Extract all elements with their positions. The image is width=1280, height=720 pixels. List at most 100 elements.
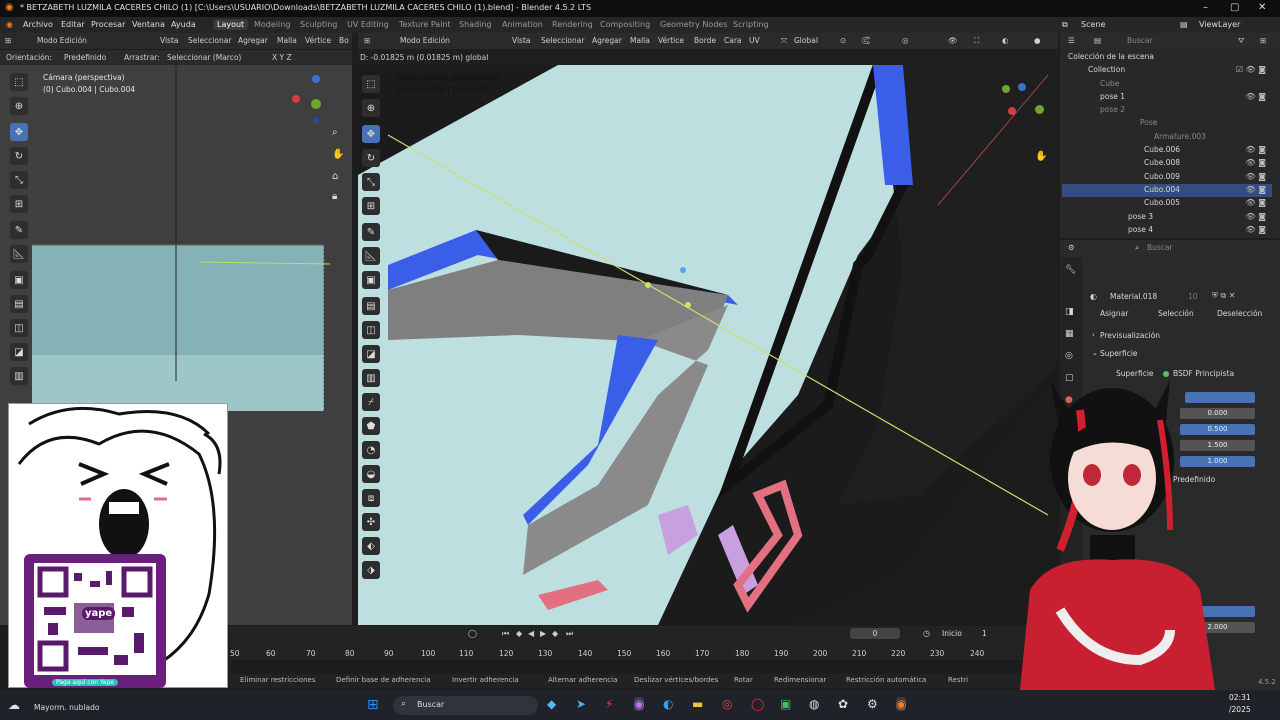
outliner-row[interactable]: pose 1 👁︎ ◙ xyxy=(1062,91,1272,104)
tab-shading[interactable]: Shading xyxy=(459,20,492,29)
twitch-icon[interactable]: ◉ xyxy=(634,697,645,711)
camera-view-icon[interactable]: ⌂ xyxy=(332,171,338,182)
keyframe-icon[interactable]: ◯ xyxy=(468,629,477,638)
next-keyframe-icon[interactable]: ◆ xyxy=(552,629,558,638)
main-poly-build-tool-icon[interactable]: ⬟ xyxy=(362,417,380,435)
menu-borde[interactable]: Borde xyxy=(694,36,716,45)
render-tab-icon[interactable]: ◨ xyxy=(1065,307,1074,317)
main-measure-tool-icon[interactable]: 📐︎ xyxy=(362,247,380,265)
surface-section[interactable]: Superficie xyxy=(1100,349,1138,358)
shading-solid-icon[interactable]: ● xyxy=(1034,36,1041,45)
view-layer-icon[interactable]: ▤ xyxy=(1180,20,1188,29)
orientation-select[interactable]: Predefinido xyxy=(64,53,106,62)
preview-section[interactable]: Previsualización xyxy=(1100,331,1160,340)
main-viewport[interactable]: Personalizada (perspectiva) (0) Cubo.004… xyxy=(358,65,1058,625)
rotate-tool-icon[interactable]: ↻ xyxy=(10,147,28,165)
jump-end-icon[interactable]: ⏭ xyxy=(566,629,573,639)
menu-ventana[interactable]: Ventana xyxy=(132,20,165,29)
pivot-icon[interactable]: ⊙ xyxy=(840,36,846,45)
outliner-row[interactable]: Colección de la escena xyxy=(1062,51,1272,64)
visibility-icon[interactable]: 👁︎ ◙ xyxy=(1246,145,1266,154)
inset-tool-icon[interactable]: ◫ xyxy=(10,319,28,337)
outliner-row[interactable]: Cubo.009 👁︎ ◙ xyxy=(1062,171,1272,184)
prev-keyframe-icon[interactable]: ◆ xyxy=(516,629,522,638)
close-icon[interactable]: ✕ xyxy=(1258,2,1266,13)
visibility-icon[interactable]: 👁︎ ◙ xyxy=(1246,212,1266,221)
chevron-down-icon[interactable]: ⌄ xyxy=(1092,349,1098,357)
tab-uv-editing[interactable]: UV Editing xyxy=(347,20,389,29)
loop-cut-tool-icon[interactable]: ▥ xyxy=(10,367,28,385)
outliner-row[interactable]: Cube.006 👁︎ ◙ xyxy=(1062,144,1272,157)
main-cursor-tool-icon[interactable]: ⊕ xyxy=(362,99,380,117)
main-gizmo-y-icon[interactable] xyxy=(1002,85,1010,93)
outliner-row[interactable]: Cube.008 👁︎ ◙ xyxy=(1062,157,1272,170)
lock-icon[interactable]: 🔒︎ xyxy=(332,191,337,202)
tool-tab-icon[interactable]: 🔧︎ xyxy=(1065,265,1076,275)
editor-type-icon[interactable]: ⊞ xyxy=(5,36,11,45)
main-shear-tool-icon[interactable]: ⬖ xyxy=(362,537,380,555)
annotate-tool-icon[interactable]: ✎ xyxy=(10,221,28,239)
overlay-toggle-icon[interactable]: ◐ xyxy=(1002,36,1009,45)
tab-geometry-nodes[interactable]: Geometry Nodes xyxy=(660,20,727,29)
outliner-row[interactable]: pose 3 👁︎ ◙ xyxy=(1062,211,1272,224)
mode-select[interactable]: Modo Edición xyxy=(37,36,87,45)
menu-vertice[interactable]: Vértice xyxy=(305,36,331,45)
bevel-tool-icon[interactable]: ◪ xyxy=(10,343,28,361)
scale-tool-icon[interactable]: ⤡ xyxy=(10,171,28,189)
tab-texture-paint[interactable]: Texture Paint xyxy=(399,20,451,29)
chrome-icon[interactable]: ◎ xyxy=(722,697,732,711)
main-inset-tool-icon[interactable]: ◫ xyxy=(362,321,380,339)
outliner-row[interactable]: Armature.003 xyxy=(1062,131,1272,144)
assign-button[interactable]: Asignar xyxy=(1100,309,1128,318)
deselect-button[interactable]: Deselección xyxy=(1217,309,1262,318)
menu-vista-main[interactable]: Vista xyxy=(512,36,531,45)
menu-seleccionar[interactable]: Seleccionar xyxy=(188,36,231,45)
play-icon[interactable]: ▶ xyxy=(540,629,546,638)
tab-compositing[interactable]: Compositing xyxy=(600,20,650,29)
visibility-icon[interactable]: ☑ 👁︎ ◙ xyxy=(1236,65,1266,74)
outliner-filter-icon[interactable]: ⛛ xyxy=(1238,36,1244,46)
main-spin-tool-icon[interactable]: ◔ xyxy=(362,441,380,459)
transform-orientation-select[interactable]: Global xyxy=(794,36,818,45)
gizmo-z-icon[interactable] xyxy=(312,75,320,83)
menu-bo[interactable]: Bo xyxy=(339,36,349,45)
main-transform-tool-icon[interactable]: ⊞ xyxy=(362,197,380,215)
main-bevel-tool-icon[interactable]: ◪ xyxy=(362,345,380,363)
select-tool-icon[interactable]: ⬚ xyxy=(10,73,28,91)
properties-editor-icon[interactable]: ⚙ xyxy=(1068,243,1075,252)
outliner-row[interactable]: Collection ☑ 👁︎ ◙ xyxy=(1062,64,1272,77)
gizmo-toggle-icon[interactable]: ⛶ xyxy=(974,36,979,46)
gizmo-y-icon[interactable] xyxy=(311,99,321,109)
tab-rendering[interactable]: Rendering xyxy=(552,20,593,29)
main-gizmo-y2-icon[interactable] xyxy=(1035,105,1044,114)
main-scale-tool-icon[interactable]: ⤡ xyxy=(362,173,380,191)
view-layer-name[interactable]: ViewLayer xyxy=(1199,20,1240,29)
outliner-row[interactable]: Cubo.005 👁︎ ◙ xyxy=(1062,197,1272,210)
settings-gear-icon[interactable]: ⚙ xyxy=(867,697,878,711)
blender-taskbar-icon[interactable]: ◉ xyxy=(896,697,907,711)
outliner-search[interactable]: Buscar xyxy=(1127,36,1153,45)
visibility-icon[interactable]: 👁︎ xyxy=(948,36,958,45)
select-button[interactable]: Selección xyxy=(1158,309,1194,318)
visibility-icon[interactable]: 👁︎ ◙ xyxy=(1246,185,1266,194)
menu-agregar-main[interactable]: Agregar xyxy=(592,36,622,45)
copilot-icon[interactable]: ◆ xyxy=(547,697,556,711)
timeline[interactable]: ◯ ⏮ ◆ ◀ ▶ ◆ ⏭ 0 ◷ Inicio 1 50 60 70 80 9… xyxy=(230,626,1060,660)
taskbar-search-box[interactable]: ⌕ Buscar xyxy=(393,696,538,715)
menu-cara[interactable]: Cara xyxy=(724,36,742,45)
main-select-tool-icon[interactable]: ⬚ xyxy=(362,75,380,93)
menu-seleccionar-main[interactable]: Seleccionar xyxy=(541,36,584,45)
main-rotate-tool-icon[interactable]: ↻ xyxy=(362,149,380,167)
visibility-icon[interactable]: 👁︎ ◙ xyxy=(1246,198,1266,207)
outliner-new-collection-icon[interactable]: ⊞ xyxy=(1260,36,1266,45)
davinci-icon[interactable]: ✿ xyxy=(838,697,848,711)
telegram-icon[interactable]: ➤ xyxy=(576,697,586,711)
main-smooth-tool-icon[interactable]: ◒ xyxy=(362,465,380,483)
menu-agregar[interactable]: Agregar xyxy=(238,36,268,45)
outliner-row[interactable]: Pose xyxy=(1062,117,1272,130)
main-zoom-icon[interactable]: ⌕ xyxy=(1035,130,1041,141)
jump-start-icon[interactable]: ⏮ xyxy=(502,629,509,639)
visibility-icon[interactable]: 👁︎ ◙ xyxy=(1246,225,1266,234)
scene-icon[interactable]: ⧉ xyxy=(1062,20,1068,30)
app-green-icon[interactable]: ▣ xyxy=(780,697,791,711)
